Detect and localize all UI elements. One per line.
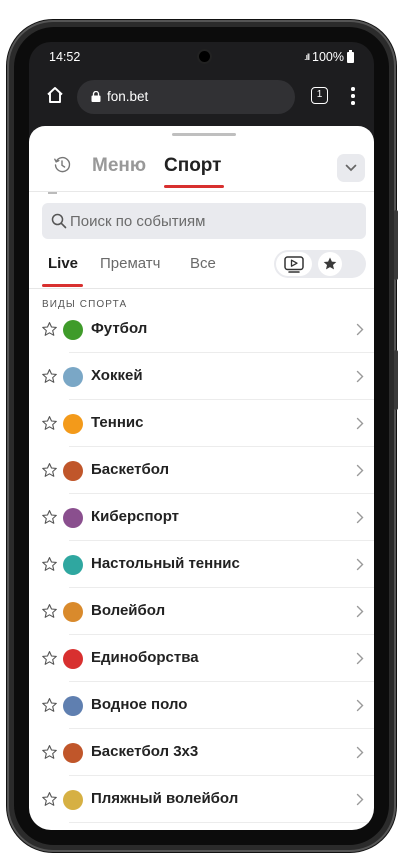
home-icon[interactable] [45, 85, 65, 105]
chevron-right-icon [356, 370, 364, 383]
search-box[interactable] [42, 203, 366, 239]
sport-row[interactable]: Водное поло [29, 682, 374, 729]
history-icon[interactable] [53, 156, 71, 174]
status-bar: 14:52 .ıll 100% [29, 42, 374, 72]
sport-list: Футбол Хоккей Теннис Баскетбол Киберспорт Нас… [29, 306, 374, 823]
menu-header: Меню Спорт [29, 146, 374, 188]
collapse-button[interactable] [337, 154, 365, 182]
gamepad-icon [63, 508, 83, 528]
sport-row[interactable]: Теннис [29, 400, 374, 447]
chevron-right-icon [356, 558, 364, 571]
sport-name: Киберспорт [91, 508, 180, 525]
search-icon [51, 213, 67, 229]
filter-tab-all[interactable]: Все [190, 255, 216, 272]
chevron-right-icon [356, 464, 364, 477]
filters-divider [29, 288, 374, 289]
tennis-icon [63, 414, 83, 434]
favorite-star-icon[interactable] [41, 509, 58, 526]
favorite-star-icon[interactable] [41, 462, 58, 479]
sport-name: Водное поло [91, 696, 188, 713]
favorite-star-icon[interactable] [41, 556, 58, 573]
filter-tabs: Live Прематч Все [29, 244, 374, 288]
sport-row[interactable]: Волейбол [29, 588, 374, 635]
basketball-3x3-icon [63, 743, 83, 763]
sport-row[interactable]: Хоккей [29, 353, 374, 400]
sport-name: Баскетбол [91, 461, 170, 478]
star-filled-icon [323, 257, 337, 270]
front-camera [199, 51, 210, 62]
sport-row[interactable]: Киберспорт [29, 494, 374, 541]
lock-icon [91, 91, 101, 102]
sport-row[interactable]: Футбол [29, 306, 374, 353]
signal-icon: .ıll [304, 52, 310, 62]
favorite-star-icon[interactable] [41, 321, 58, 338]
filter-tab-live[interactable]: Live [48, 255, 78, 272]
favorite-star-icon[interactable] [41, 697, 58, 714]
status-right: .ıll 100% [304, 49, 354, 64]
more-menu-icon[interactable] [351, 87, 355, 105]
chevron-right-icon [356, 323, 364, 336]
hockey-icon [63, 367, 83, 387]
video-icon [284, 256, 304, 273]
tab-switcher-icon[interactable]: 1 [311, 87, 328, 104]
chevron-right-icon [356, 793, 364, 806]
favorite-star-icon[interactable] [41, 791, 58, 808]
chevron-right-icon [356, 511, 364, 524]
chevron-down-icon [345, 164, 357, 172]
sport-name: Теннис [91, 414, 144, 431]
football-icon [63, 320, 83, 340]
volleyball-icon [63, 602, 83, 622]
video-button[interactable] [276, 252, 312, 276]
tab-menu[interactable]: Меню [92, 155, 146, 177]
drag-handle[interactable] [172, 133, 236, 136]
battery-icon [347, 49, 354, 63]
filter-tab-prematch[interactable]: Прематч [100, 255, 160, 272]
water-polo-icon [63, 696, 83, 716]
sport-name: Единоборства [91, 649, 199, 666]
row-divider [69, 822, 374, 823]
chevron-right-icon [356, 746, 364, 759]
browser-toolbar: fon.bet 1 [29, 75, 374, 117]
favorite-star-icon[interactable] [41, 744, 58, 761]
sport-menu-sheet: Меню Спорт Live Прематч Все [29, 126, 374, 830]
sport-row[interactable]: Настольный теннис [29, 541, 374, 588]
divider-mark [48, 192, 57, 194]
search-input[interactable] [70, 203, 350, 239]
sport-name: Настольный теннис [91, 555, 240, 572]
chevron-right-icon [356, 652, 364, 665]
favorite-star-icon[interactable] [41, 650, 58, 667]
sport-name: Волейбол [91, 602, 166, 619]
view-toggle [274, 250, 366, 278]
sport-name: Хоккей [91, 367, 143, 384]
status-time: 14:52 [49, 50, 81, 64]
favorite-star-icon[interactable] [41, 415, 58, 432]
battery-percent: 100% [312, 50, 344, 64]
sport-row[interactable]: Баскетбол 3x3 [29, 729, 374, 776]
sport-name: Футбол [91, 320, 148, 337]
power-button [394, 350, 398, 410]
filter-active-indicator [42, 284, 83, 287]
chevron-right-icon [356, 605, 364, 618]
header-divider [29, 191, 374, 192]
basketball-icon [63, 461, 83, 481]
tab-sport[interactable]: Спорт [164, 155, 221, 177]
boxing-glove-icon [63, 649, 83, 669]
sport-name: Пляжный волейбол [91, 790, 239, 807]
url-text: fon.bet [107, 89, 149, 104]
table-tennis-icon [63, 555, 83, 575]
sport-name: Баскетбол 3x3 [91, 743, 199, 760]
volume-button [394, 210, 398, 280]
sport-row[interactable]: Пляжный волейбол [29, 776, 374, 823]
favorite-star-icon[interactable] [41, 368, 58, 385]
active-tab-indicator [164, 185, 224, 188]
favorite-star-icon[interactable] [41, 603, 58, 620]
sport-row[interactable]: Баскетбол [29, 447, 374, 494]
chevron-right-icon [356, 699, 364, 712]
chevron-right-icon [356, 417, 364, 430]
screen: 14:52 .ıll 100% fon.bet 1 Меню Спорт Пои… [29, 42, 374, 830]
beach-volleyball-icon [63, 790, 83, 810]
address-bar[interactable]: fon.bet [77, 80, 295, 114]
sport-row[interactable]: Единоборства [29, 635, 374, 682]
favorites-button[interactable] [318, 252, 342, 276]
